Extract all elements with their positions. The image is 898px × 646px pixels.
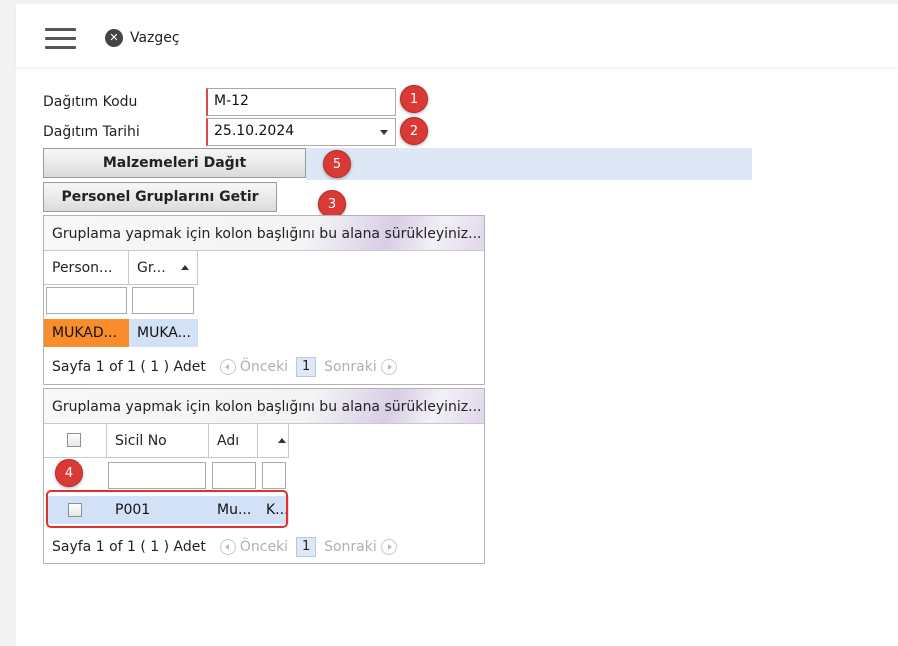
cell-person-selected[interactable]: MUKAD... xyxy=(44,319,129,347)
column-header-sicil[interactable]: Sicil No xyxy=(107,424,209,458)
chevron-right-icon[interactable] xyxy=(380,539,397,555)
highlighted-row-outline xyxy=(46,490,288,528)
badge-1: 1 xyxy=(400,85,428,113)
pager-info: Sayfa 1 of 1 ( 1 ) Adet xyxy=(52,539,206,555)
column-header-name[interactable]: Adı xyxy=(209,424,258,458)
date-value: 25.10.2024 xyxy=(214,123,295,139)
personnel-pager: Sayfa 1 of 1 ( 1 ) Adet Önceki 1 Sonraki xyxy=(52,537,397,557)
column-header-label: Person... xyxy=(52,260,113,276)
chevron-left-icon[interactable] xyxy=(219,359,236,375)
filter-name-input[interactable] xyxy=(212,462,256,489)
distribute-materials-button[interactable]: Malzemeleri Dağıt xyxy=(43,148,306,178)
filter-extra-input[interactable] xyxy=(262,462,286,489)
group-drop-area[interactable]: Gruplama yapmak için kolon başlığını bu … xyxy=(44,389,484,424)
get-personnel-groups-button[interactable]: Personel Gruplarını Getir xyxy=(43,182,277,212)
column-header-select[interactable] xyxy=(44,424,107,458)
pager-prev[interactable]: Önceki xyxy=(240,539,288,555)
groups-grid: Gruplama yapmak için kolon başlığını bu … xyxy=(43,215,485,385)
column-header-label: Gr... xyxy=(137,260,166,276)
pager-page-number[interactable]: 1 xyxy=(296,357,317,377)
chevron-right-icon[interactable] xyxy=(380,359,397,375)
action-strip xyxy=(306,148,752,180)
column-header-label: Adı xyxy=(217,433,240,449)
chevron-left-icon[interactable] xyxy=(219,539,236,555)
hamburger-icon[interactable] xyxy=(45,28,76,50)
column-header-person[interactable]: Person... xyxy=(44,251,129,285)
select-all-checkbox[interactable] xyxy=(67,433,81,447)
column-header-group[interactable]: Gr... xyxy=(129,251,198,285)
top-toolbar: ✕ Vazgeç xyxy=(16,4,898,67)
column-header-label: Sicil No xyxy=(115,433,167,449)
groups-pager: Sayfa 1 of 1 ( 1 ) Adet Önceki 1 Sonraki xyxy=(52,357,397,377)
column-header-extra[interactable] xyxy=(258,424,289,458)
badge-2: 2 xyxy=(400,117,428,145)
pager-next[interactable]: Sonraki xyxy=(324,359,377,375)
code-value: M-12 xyxy=(214,93,249,109)
pager-prev[interactable]: Önceki xyxy=(240,359,288,375)
code-label: Dağıtım Kodu xyxy=(43,94,138,110)
cancel-label: Vazgeç xyxy=(130,30,180,46)
badge-3: 3 xyxy=(318,190,346,218)
badge-4: 4 xyxy=(55,459,83,487)
filter-group-input[interactable] xyxy=(132,287,194,314)
cell-group[interactable]: MUKA... xyxy=(129,319,198,347)
filter-sicil-input[interactable] xyxy=(108,462,206,489)
pager-info: Sayfa 1 of 1 ( 1 ) Adet xyxy=(52,359,206,375)
pager-next[interactable]: Sonraki xyxy=(324,539,377,555)
sort-ascending-icon xyxy=(181,265,189,270)
page: ✕ Vazgeç Dağıtım Kodu M-12 1 Dağıtım Tar… xyxy=(16,4,898,646)
code-field[interactable]: M-12 xyxy=(206,88,396,116)
personnel-grid: Gruplama yapmak için kolon başlığını bu … xyxy=(43,388,485,564)
date-label: Dağıtım Tarihi xyxy=(43,124,140,140)
chevron-down-icon[interactable] xyxy=(380,130,388,135)
date-picker[interactable]: 25.10.2024 xyxy=(206,118,396,146)
badge-5: 5 xyxy=(323,150,351,178)
cancel-button[interactable]: ✕ Vazgeç xyxy=(105,28,180,48)
close-circle-icon: ✕ xyxy=(105,29,123,47)
pager-page-number[interactable]: 1 xyxy=(296,537,317,557)
group-drop-area[interactable]: Gruplama yapmak için kolon başlığını bu … xyxy=(44,216,484,251)
filter-person-input[interactable] xyxy=(46,287,127,314)
sort-ascending-icon xyxy=(278,438,286,443)
